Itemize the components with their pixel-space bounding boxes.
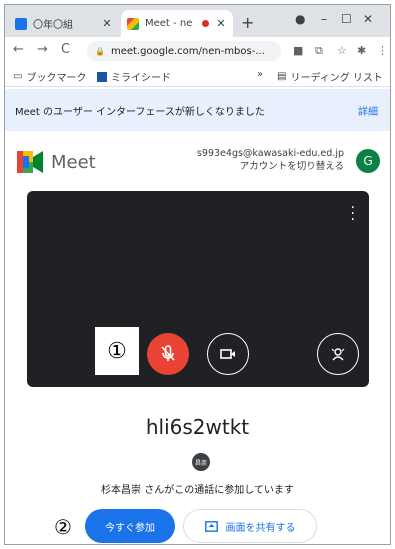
bookmarks-bar: ▭ ブックマーク ミライシード » ▤ リーディング リスト: [5, 65, 390, 87]
close-window-button[interactable]: ✕: [363, 12, 373, 26]
ui-update-banner: Meet のユーザー インターフェースが新しくなりました 詳細: [5, 89, 390, 131]
back-icon[interactable]: ←: [13, 42, 24, 57]
tab-bar: 〇年〇組 ✕ Meet - ne ✕ + ● – ☐ ✕: [5, 5, 390, 37]
participant-avatar: 昌崇: [192, 453, 210, 471]
banner-text: Meet のユーザー インターフェースが新しくなりました: [15, 106, 265, 118]
mic-toggle-button[interactable]: [147, 333, 189, 375]
bookmark-folder[interactable]: ▭ ブックマーク: [13, 69, 86, 84]
url-text: meet.google.com/nen-mbos-...: [110, 45, 265, 57]
minimize-button[interactable]: –: [321, 12, 327, 26]
bookmark-folder-icon: ▭: [13, 71, 23, 82]
camera-in-use-icon[interactable]: ■: [293, 44, 303, 57]
recording-indicator-icon: [202, 20, 209, 27]
meet-favicon-icon: [127, 17, 139, 30]
present-screen-button[interactable]: 画面を共有する: [183, 509, 317, 543]
participant-status: 杉本昌崇 さんがこの通話に参加しています: [101, 485, 294, 496]
bookmark-label: ブックマーク: [26, 73, 87, 84]
lock-icon: 🔒: [95, 46, 105, 56]
video-camera-icon: [220, 349, 235, 359]
translate-icon[interactable]: ⧉: [315, 44, 323, 58]
overflow-label: »: [257, 69, 264, 80]
bookmark-mirai-seed[interactable]: ミライシード: [97, 69, 171, 84]
menu-icon[interactable]: ⋮: [377, 44, 388, 57]
share-label: 画面を共有する: [225, 522, 296, 534]
tab-class[interactable]: 〇年〇組 ✕: [9, 10, 119, 37]
account-info: s993e4gs@kawasaki-edu.ed.jp アカウントを切り替える: [197, 147, 344, 173]
annotation-marker-2: ②: [54, 515, 72, 539]
extensions-icon[interactable]: ✱: [357, 44, 366, 57]
account-email: s993e4gs@kawasaki-edu.ed.jp: [196, 148, 344, 159]
bookmarks-overflow-button[interactable]: »: [257, 69, 263, 80]
tab-title: Meet - ne: [145, 18, 193, 29]
join-now-button[interactable]: 今すぐ参加: [85, 509, 175, 543]
annotation-marker-1: ①: [95, 327, 139, 375]
maximize-button[interactable]: ☐: [341, 12, 352, 26]
reading-list-label: リーディング リスト: [290, 73, 383, 84]
person-effects-icon: [331, 348, 345, 361]
close-tab-icon[interactable]: ✕: [215, 17, 227, 30]
address-bar: ← → C 🔒 meet.google.com/nen-mbos-... ■ ⧉…: [5, 37, 390, 65]
camera-preview: · · ·: [27, 191, 369, 387]
reading-list-icon: ▤: [277, 71, 287, 82]
brand-name: Meet: [51, 152, 96, 173]
bookmark-label: ミライシード: [111, 73, 171, 84]
classroom-favicon-icon: [15, 17, 27, 30]
browser-window: 〇年〇組 ✕ Meet - ne ✕ + ● – ☐ ✕ ← → C 🔒 mee…: [4, 4, 391, 545]
tab-meet[interactable]: Meet - ne ✕: [121, 10, 233, 37]
banner-details-link[interactable]: 詳細: [358, 103, 378, 118]
tab-title: 〇年〇組: [33, 20, 73, 31]
mic-off-icon: [161, 345, 175, 361]
camera-toggle-button[interactable]: [207, 333, 249, 375]
present-screen-icon: [204, 520, 218, 532]
star-icon[interactable]: ☆: [337, 44, 347, 57]
close-tab-icon[interactable]: ✕: [101, 17, 113, 30]
profile-icon[interactable]: ●: [295, 12, 305, 26]
mirai-seed-icon: [97, 71, 107, 82]
meet-logo-icon: [17, 151, 43, 173]
avatar[interactable]: G: [356, 149, 380, 173]
meeting-code: hli6s2wtkt: [145, 415, 250, 439]
forward-icon[interactable]: →: [37, 42, 48, 57]
reading-list-button[interactable]: ▤ リーディング リスト: [277, 69, 383, 84]
more-options-icon[interactable]: · · ·: [351, 201, 355, 227]
reload-icon[interactable]: C: [61, 42, 70, 57]
switch-account-link[interactable]: アカウントを切り替える: [197, 160, 344, 173]
visual-effects-button[interactable]: [317, 333, 359, 375]
url-field[interactable]: 🔒 meet.google.com/nen-mbos-...: [87, 41, 281, 61]
new-tab-button[interactable]: +: [241, 13, 254, 32]
